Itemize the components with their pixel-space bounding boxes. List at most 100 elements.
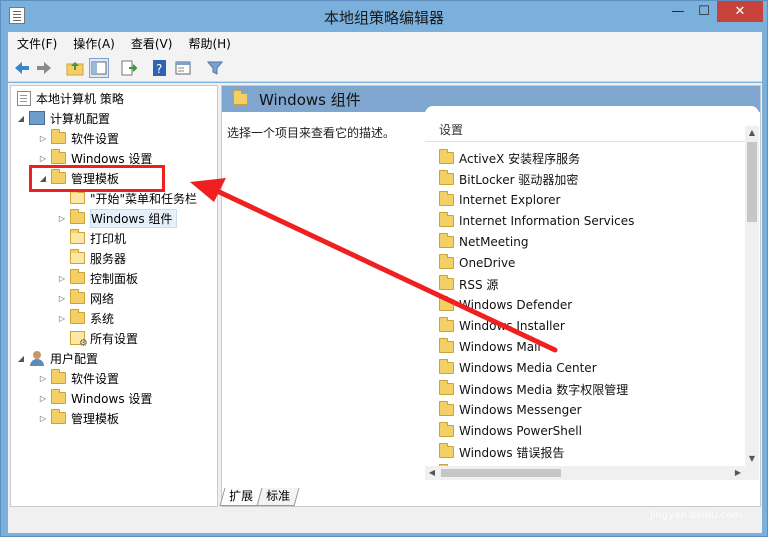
- up-folder-icon[interactable]: [66, 59, 84, 77]
- tree-item-root[interactable]: 本地计算机 策略: [15, 88, 124, 108]
- tree-item-windows-components[interactable]: ▷ Windows 组件: [56, 208, 178, 228]
- list-item-label: Internet Explorer: [459, 193, 561, 207]
- scroll-up-arrow-icon[interactable]: ▲: [745, 126, 759, 140]
- scroll-right-arrow-icon[interactable]: ▶: [731, 466, 745, 480]
- show-hide-tree-icon[interactable]: [89, 58, 109, 78]
- list-item[interactable]: BitLocker 驱动器加密: [437, 169, 578, 189]
- list-item[interactable]: Windows Messenger: [437, 400, 582, 420]
- column-header-settings[interactable]: 设置: [439, 121, 463, 138]
- maximize-button[interactable]: ☐: [691, 1, 717, 22]
- tree-label: 管理模板: [71, 411, 120, 426]
- menu-action[interactable]: 操作(A): [73, 35, 115, 52]
- expanded-arrow-icon[interactable]: ◢: [15, 354, 27, 363]
- folder-icon: [439, 338, 454, 353]
- tree-label: 软件设置: [71, 131, 120, 146]
- folder-icon: [439, 254, 454, 269]
- description-text: 选择一个项目来查看它的描述。: [227, 126, 396, 140]
- tree-label: 本地计算机 策略: [36, 91, 124, 106]
- folder-icon: [70, 269, 85, 284]
- minimize-button[interactable]: —: [665, 1, 691, 22]
- collapsed-arrow-icon[interactable]: ▷: [37, 134, 49, 143]
- folder-icon: [51, 149, 66, 164]
- tab-extended[interactable]: 扩展: [219, 488, 263, 506]
- tree-label: 软件设置: [71, 371, 120, 386]
- tree-item-all-settings[interactable]: 所有设置: [56, 328, 139, 349]
- menu-help[interactable]: 帮助(H): [188, 35, 230, 52]
- filter-icon[interactable]: [206, 59, 224, 77]
- folder-icon: [51, 369, 66, 384]
- list-item[interactable]: Internet Information Services: [437, 211, 634, 231]
- scroll-thumb[interactable]: [441, 469, 561, 477]
- list-item-label: BitLocker 驱动器加密: [459, 172, 579, 187]
- folder-icon: [439, 401, 454, 416]
- list-item-label: Windows Media 数字权限管理: [459, 382, 629, 397]
- collapsed-arrow-icon[interactable]: ▷: [37, 154, 49, 163]
- back-arrow-icon[interactable]: [13, 59, 31, 77]
- tree-label: Windows 组件: [90, 208, 178, 228]
- list-item[interactable]: Windows Defender: [437, 295, 572, 315]
- collapsed-arrow-icon[interactable]: ▷: [56, 274, 68, 283]
- tree-item-servers[interactable]: 服务器: [56, 248, 126, 268]
- scroll-thumb[interactable]: [747, 142, 757, 222]
- list-item[interactable]: OneDrive: [437, 253, 515, 273]
- main-content: 本地计算机 策略 ◢ 计算机配置 ▷ 软件设置 ▷ Windows 设置 ◢ 管…: [8, 83, 762, 511]
- forward-arrow-icon[interactable]: [35, 59, 53, 77]
- vertical-scrollbar[interactable]: ▲ ▼: [745, 126, 759, 466]
- tree-label: 控制面板: [90, 271, 139, 286]
- watermark-url: jingyan.baidu.com: [650, 510, 743, 521]
- list-item[interactable]: Windows Media Center: [437, 358, 597, 378]
- list-item[interactable]: Windows Media 数字权限管理: [437, 379, 628, 399]
- tree-item-control-panel[interactable]: ▷ 控制面板: [56, 268, 138, 288]
- tree-item-system[interactable]: ▷ 系统: [56, 308, 114, 328]
- folder-icon: [439, 191, 454, 206]
- list-item[interactable]: Internet Explorer: [437, 190, 560, 210]
- menu-view[interactable]: 查看(V): [131, 35, 173, 52]
- close-button[interactable]: ✕: [717, 1, 763, 22]
- folder-icon: [70, 209, 85, 224]
- tree-label: "开始"菜单和任务栏: [90, 191, 198, 206]
- menu-file[interactable]: 文件(F): [17, 35, 57, 52]
- tree-label: 系统: [90, 311, 115, 326]
- list-item-label: OneDrive: [459, 256, 516, 270]
- collapsed-arrow-icon[interactable]: ▷: [37, 394, 49, 403]
- view-tabs: 扩展 标准: [219, 488, 300, 506]
- folder-icon: [233, 90, 248, 105]
- list-item-label: Windows Messenger: [459, 403, 582, 417]
- help-icon[interactable]: ?: [151, 59, 169, 77]
- details-pane: Windows 组件 选择一个项目来查看它的描述。 设置 ActiveX 安装程…: [219, 85, 761, 507]
- properties-icon[interactable]: [174, 59, 192, 77]
- tree-item-computer-config[interactable]: ◢ 计算机配置: [15, 108, 110, 128]
- list-item[interactable]: RSS 源: [437, 274, 498, 294]
- collapsed-arrow-icon[interactable]: ▷: [37, 374, 49, 383]
- tree-label: 所有设置: [90, 331, 139, 346]
- list-item-label: Internet Information Services: [459, 214, 635, 228]
- tree-item-user-admin-templates[interactable]: ▷ 管理模板: [37, 408, 119, 428]
- tree-label: Windows 设置: [71, 391, 153, 406]
- list-item[interactable]: Windows Mail: [437, 337, 541, 357]
- export-list-icon[interactable]: [120, 59, 138, 77]
- collapsed-arrow-icon[interactable]: ▷: [37, 414, 49, 423]
- collapsed-arrow-icon[interactable]: ▷: [56, 314, 68, 323]
- tree-item-software-settings[interactable]: ▷ 软件设置: [37, 128, 119, 148]
- tab-standard[interactable]: 标准: [256, 488, 300, 506]
- tree-label: 打印机: [90, 231, 127, 246]
- list-item[interactable]: NetMeeting: [437, 232, 528, 252]
- folder-icon: [51, 129, 66, 144]
- details-title: Windows 组件: [259, 90, 361, 109]
- tree-item-printers[interactable]: 打印机: [56, 228, 126, 248]
- tree-item-user-windows-settings[interactable]: ▷ Windows 设置: [37, 388, 152, 408]
- scroll-down-arrow-icon[interactable]: ▼: [745, 452, 759, 466]
- tree-item-network[interactable]: ▷ 网络: [56, 288, 114, 308]
- expanded-arrow-icon[interactable]: ◢: [15, 114, 27, 123]
- tree-item-user-software-settings[interactable]: ▷ 软件设置: [37, 368, 119, 388]
- collapsed-arrow-icon[interactable]: ▷: [56, 214, 68, 223]
- tree-item-user-config[interactable]: ◢ 用户配置: [15, 348, 98, 368]
- collapsed-arrow-icon[interactable]: ▷: [56, 294, 68, 303]
- folder-icon: [70, 229, 85, 244]
- list-item[interactable]: ActiveX 安装程序服务: [437, 148, 580, 168]
- list-item[interactable]: Windows Installer: [437, 316, 565, 336]
- list-item[interactable]: Windows PowerShell: [437, 421, 582, 441]
- folder-icon: [51, 409, 66, 424]
- list-item[interactable]: Windows 错误报告: [437, 442, 564, 462]
- scroll-left-arrow-icon[interactable]: ◀: [425, 466, 439, 480]
